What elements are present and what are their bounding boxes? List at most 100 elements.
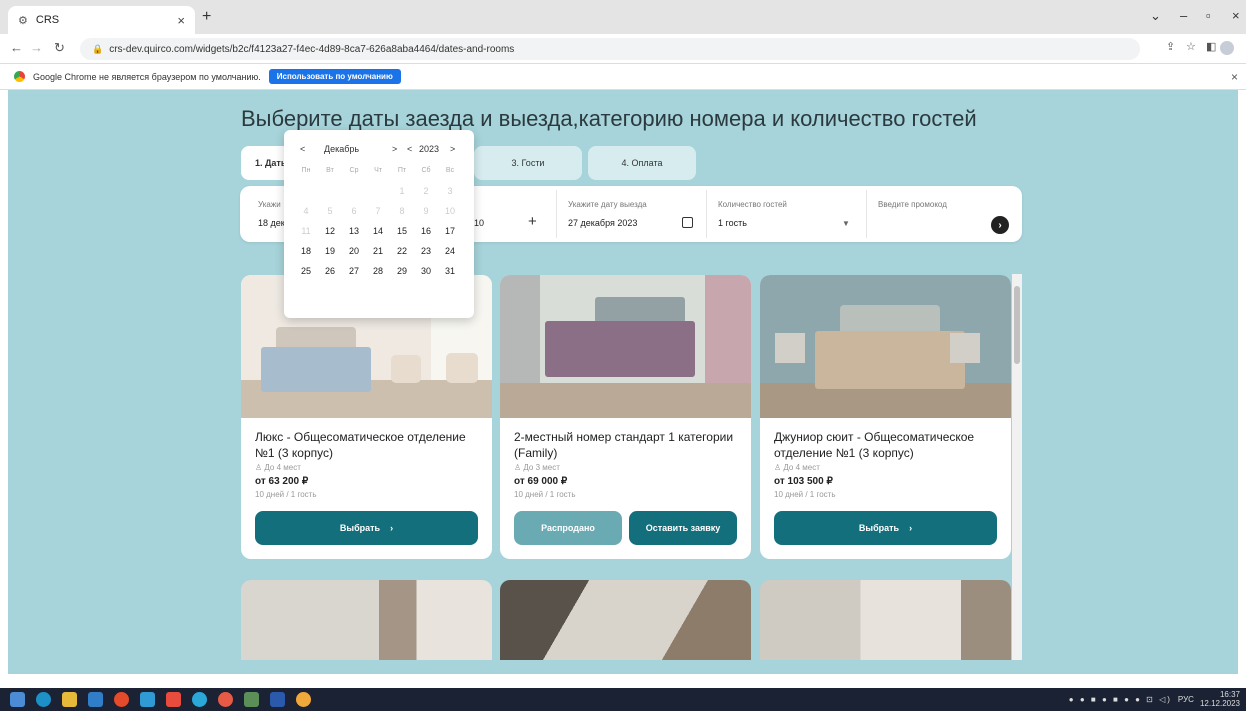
sold-out-button[interactable]: Распродано xyxy=(514,511,622,545)
calendar-day[interactable]: 30 xyxy=(415,266,437,276)
checkout-field[interactable]: Укажите дату выезда 27 декабря 2023 xyxy=(560,190,700,238)
button-label: Выбрать xyxy=(339,523,381,533)
scrollbar-thumb[interactable] xyxy=(1014,286,1020,364)
room-price: от 63 200 ₽ xyxy=(255,476,309,487)
calendar-day[interactable]: 12 xyxy=(319,226,341,236)
calendar-day: 7 xyxy=(375,206,381,216)
chevron-right-icon: › xyxy=(909,523,913,533)
profile-avatar-icon[interactable] xyxy=(1220,41,1234,55)
promo-field[interactable]: Введите промокод xyxy=(870,190,1010,238)
explorer-icon[interactable] xyxy=(62,692,77,707)
language-indicator[interactable]: РУС xyxy=(1178,695,1194,704)
checkin-value: 18 дек xyxy=(258,218,285,228)
tab-step-guests[interactable]: 3. Гости xyxy=(474,146,582,180)
chrome-taskbar-icon[interactable] xyxy=(296,692,311,707)
clock-date: 12.12.2023 xyxy=(1199,699,1240,708)
calendar-day: 2 xyxy=(423,186,429,196)
weekday-label: Вт xyxy=(326,167,334,174)
photo-bed xyxy=(545,321,695,377)
calendar-day[interactable]: 24 xyxy=(439,246,461,256)
app-icon[interactable] xyxy=(218,692,233,707)
select-room-button[interactable]: Выбрать › xyxy=(255,511,478,545)
tab-search-icon[interactable]: ⌄ xyxy=(1150,8,1161,24)
tab-step-payment[interactable]: 4. Оплата xyxy=(588,146,696,180)
lock-icon: 🔒 xyxy=(92,43,104,54)
calendar-day[interactable]: 13 xyxy=(343,226,365,236)
reload-icon[interactable]: ↻ xyxy=(54,40,65,56)
address-bar[interactable]: 🔒 crs-dev.quirco.com/widgets/b2c/f4123a2… xyxy=(80,38,1140,60)
select-room-button[interactable]: Выбрать › xyxy=(774,511,997,545)
calendar-day[interactable]: 26 xyxy=(319,266,341,276)
calendar-day[interactable]: 20 xyxy=(343,246,365,256)
photos-icon[interactable] xyxy=(244,692,259,707)
new-tab-button[interactable]: + xyxy=(202,8,211,26)
calendar-day[interactable]: 17 xyxy=(439,226,461,236)
calendar-day: 10 xyxy=(444,206,455,216)
calendar-day[interactable]: 18 xyxy=(295,246,317,256)
calendar-day[interactable]: 28 xyxy=(367,266,389,276)
date-picker: < Декабрь > < 2023 > Пн Вт Ср Чт Пт Сб Вс 1 2 3 4 5… xyxy=(284,130,474,318)
capacity-text: До 4 мест xyxy=(783,463,820,472)
room-card-photo-partial xyxy=(241,580,492,660)
promo-submit-arrow-icon[interactable]: › xyxy=(991,216,1009,234)
star-icon[interactable]: ☆ xyxy=(1186,40,1196,53)
button-label: Выбрать xyxy=(858,523,900,533)
weekday-label: Пн xyxy=(301,167,311,174)
calendar-day[interactable]: 27 xyxy=(343,266,365,276)
calendar-day: 3 xyxy=(447,186,453,196)
calendar-day[interactable]: 22 xyxy=(391,246,413,256)
leave-request-button[interactable]: Оставить заявку xyxy=(629,511,737,545)
tray-icons[interactable]: ● ● ■ ● ■ ● ● ⊡ ◁) xyxy=(1069,695,1172,704)
infobar-close-icon[interactable]: × xyxy=(1231,70,1238,84)
nights-plus-button[interactable]: + xyxy=(528,213,537,230)
room-price: от 69 000 ₽ xyxy=(514,476,568,487)
checkout-label: Укажите дату выезда xyxy=(568,200,647,209)
clock-time: 16:37 xyxy=(1219,690,1240,699)
calendar-day[interactable]: 29 xyxy=(391,266,413,276)
yandex-icon[interactable] xyxy=(114,692,129,707)
set-default-button[interactable]: Использовать по умолчанию xyxy=(268,69,401,84)
guests-select[interactable]: Количество гостей 1 гость xyxy=(710,190,860,238)
calendar-day[interactable]: 31 xyxy=(439,266,461,276)
edge-icon[interactable] xyxy=(36,692,51,707)
mail-icon[interactable] xyxy=(140,692,155,707)
page-title: Выберите даты заезда и выезда,категорию … xyxy=(241,106,977,131)
store-icon[interactable] xyxy=(88,692,103,707)
minimize-button[interactable]: – xyxy=(1180,8,1187,23)
calendar-day[interactable]: 25 xyxy=(295,266,317,276)
prev-year-button[interactable]: < xyxy=(407,144,412,154)
calendar-day[interactable]: 23 xyxy=(415,246,437,256)
weekday-label: Вс xyxy=(445,167,455,174)
browser-tab[interactable]: ⚙ CRS × xyxy=(8,6,195,34)
maximize-button[interactable]: ▫ xyxy=(1206,8,1211,23)
app-icon[interactable] xyxy=(166,692,181,707)
photo-nightstand xyxy=(775,333,805,363)
room-card: 2-местный номер стандарт 1 категории (Fa… xyxy=(500,275,751,559)
app-icon[interactable] xyxy=(192,692,207,707)
window-close-button[interactable]: × xyxy=(1232,8,1240,23)
calendar-icon[interactable] xyxy=(682,217,693,228)
chevron-down-icon[interactable]: ▼ xyxy=(842,219,850,228)
calendar-day[interactable]: 15 xyxy=(391,226,413,236)
back-arrow-icon[interactable]: ← xyxy=(10,40,23,55)
forward-arrow-icon[interactable]: → xyxy=(30,40,43,55)
chrome-logo-icon xyxy=(14,71,25,82)
share-icon[interactable]: ⇪ xyxy=(1166,40,1175,53)
nights-value: 10 xyxy=(474,218,485,228)
calendar-day[interactable]: 16 xyxy=(415,226,437,236)
room-price-note: 10 дней / 1 гость xyxy=(774,490,836,499)
clock[interactable]: 16:37 12.12.2023 xyxy=(1200,690,1240,708)
calendar-day[interactable]: 14 xyxy=(367,226,389,236)
tab-close-icon[interactable]: × xyxy=(177,13,185,28)
calendar-day[interactable]: 21 xyxy=(367,246,389,256)
next-month-button[interactable]: > xyxy=(392,144,397,154)
word-icon[interactable] xyxy=(270,692,285,707)
prev-month-button[interactable]: < xyxy=(300,144,305,154)
sidebar-icon[interactable]: ◧ xyxy=(1206,40,1216,53)
photo-headboard xyxy=(595,297,685,323)
next-year-button[interactable]: > xyxy=(450,144,455,154)
calendar-day: 1 xyxy=(399,186,405,196)
windows-start-icon[interactable] xyxy=(10,692,25,707)
calendar-day[interactable]: 19 xyxy=(319,246,341,256)
room-card-photo-partial xyxy=(760,580,1011,660)
